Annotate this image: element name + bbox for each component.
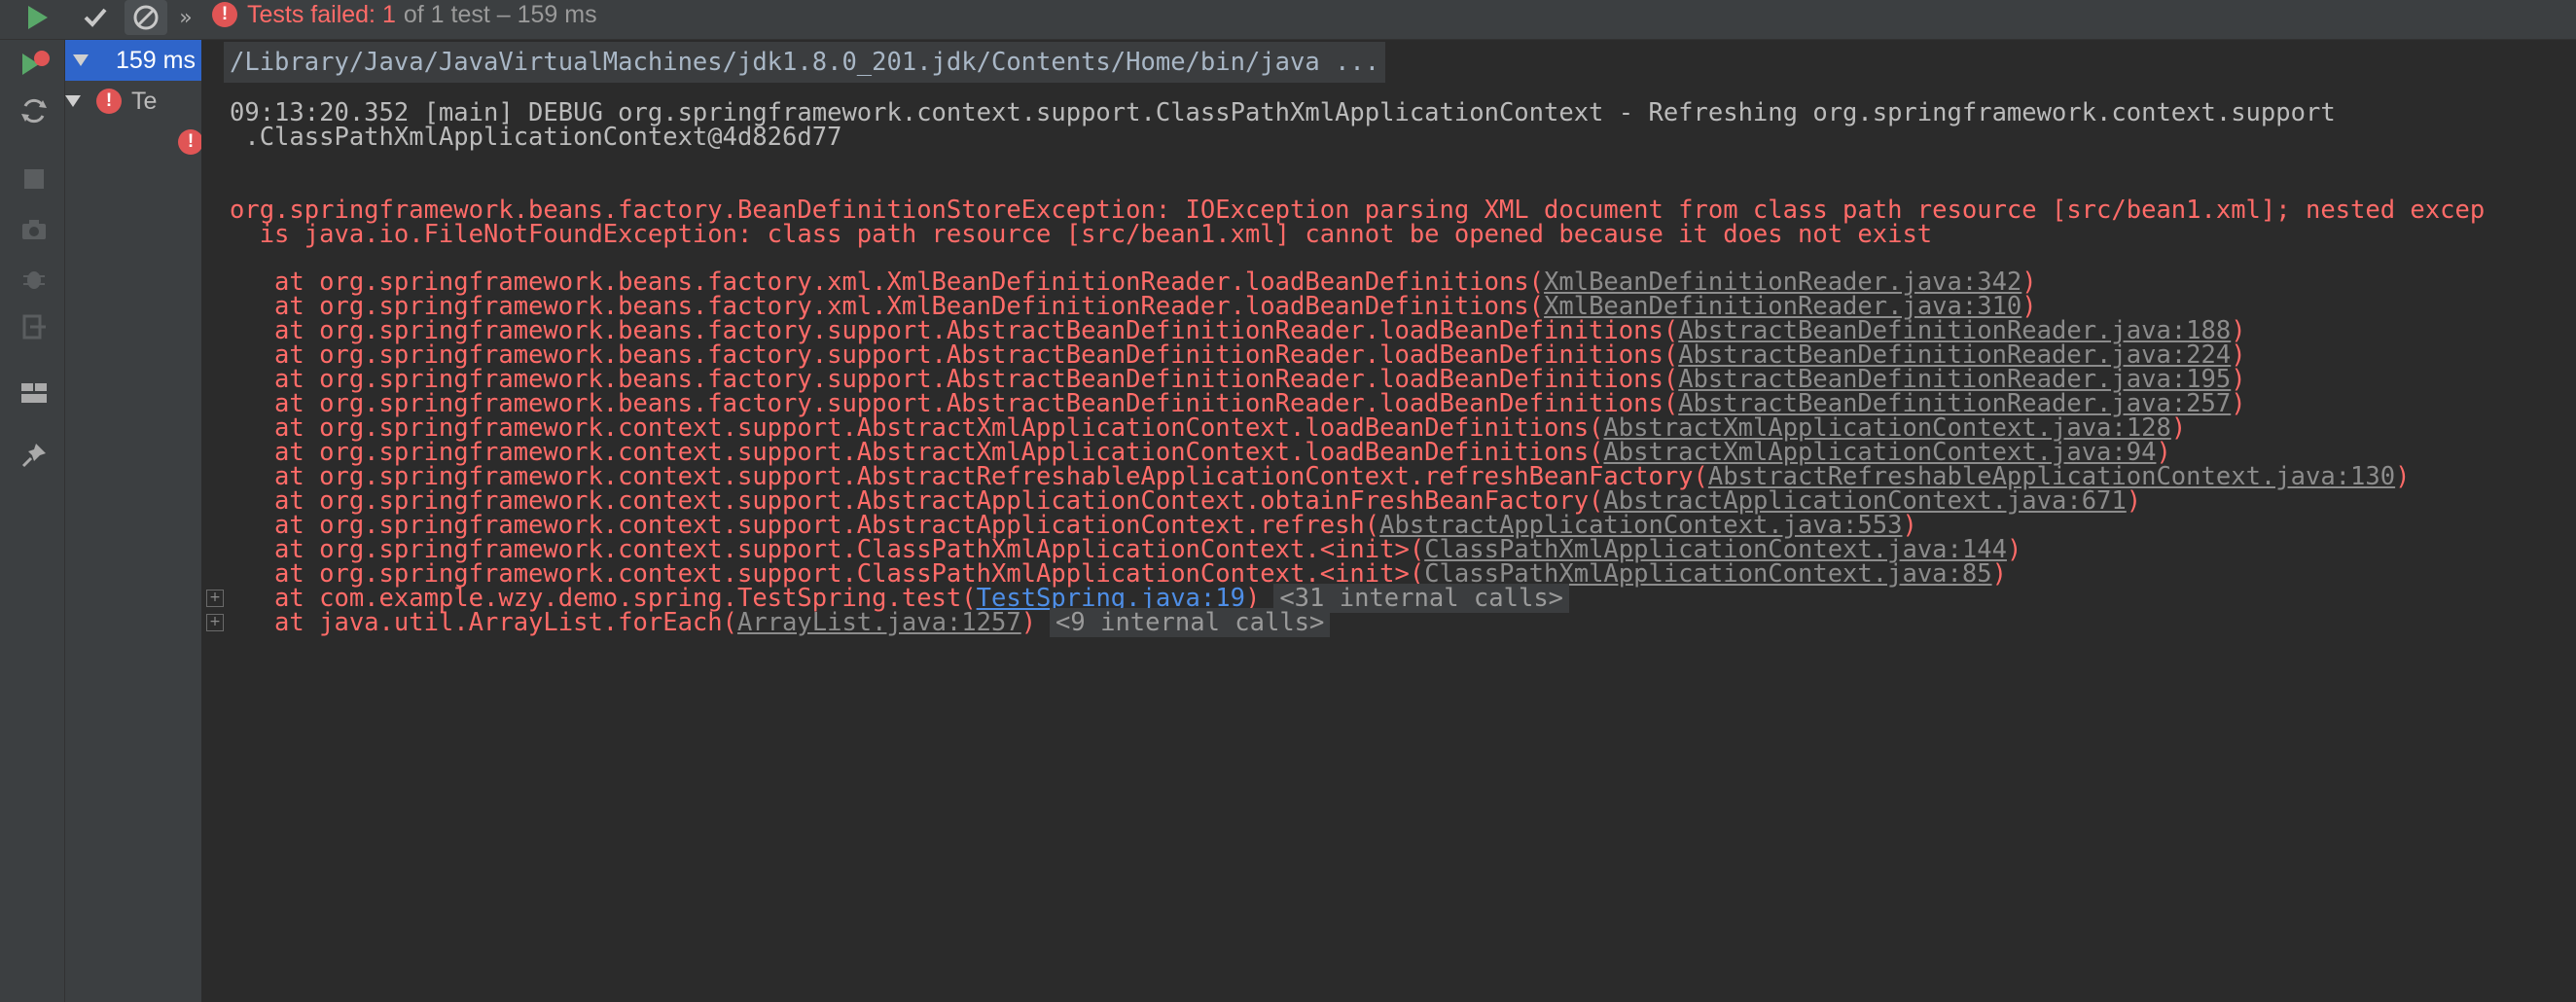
pin-tab-button[interactable] — [18, 439, 51, 472]
play-icon — [28, 6, 48, 29]
stack-frame-close-paren: ) — [2170, 413, 2187, 443]
failed-test-icon: ! — [96, 89, 122, 114]
status-summary-label: of 1 test – 159 ms — [403, 0, 597, 28]
exit-button[interactable] — [18, 310, 51, 343]
stack-frame: at java.util.ArrayList.forEach(ArrayList… — [230, 602, 1331, 643]
stack-frame-close-paren: ) — [2231, 389, 2246, 418]
test-status: ! Tests failed: 1 of 1 test – 159 ms — [212, 0, 597, 29]
stack-frame-close-paren: ) — [2006, 535, 2022, 564]
debug-log-line: .ClassPathXmlApplicationContext@4d826d77 — [230, 123, 842, 152]
pin-icon — [21, 444, 46, 468]
expand-arrow-icon — [65, 95, 81, 107]
stop-button[interactable] — [18, 162, 51, 196]
stack-frame-close-paren: ) — [1991, 559, 2007, 589]
bug-icon — [23, 271, 45, 289]
error-icon: ! — [212, 2, 237, 27]
tree-root-time: 159 ms — [116, 46, 196, 74]
ignored-icon — [133, 5, 159, 30]
left-tool-strip — [0, 40, 65, 1002]
layout-icon — [21, 383, 47, 403]
test-runner-toolbar: » ! Tests failed: 1 of 1 test – 159 ms — [0, 0, 2576, 40]
java-command-line: /Library/Java/JavaVirtualMachines/jdk1.8… — [224, 42, 1386, 83]
expand-fold-icon[interactable]: + — [206, 614, 224, 631]
stack-frame-close-paren: ) — [2395, 462, 2411, 491]
stop-icon — [24, 169, 44, 189]
expand-fold-icon[interactable]: + — [206, 590, 224, 607]
more-actions-button[interactable]: » — [175, 0, 197, 35]
screenshot-button[interactable] — [18, 213, 51, 246]
status-failed-label: Tests failed: 1 — [247, 0, 396, 28]
stack-frame-close-paren: ) — [2126, 486, 2142, 516]
test-tree: 159 ms ! Te ! — [65, 40, 202, 1002]
double-chevron-icon: » — [179, 5, 193, 30]
expand-arrow-icon — [73, 54, 89, 66]
tree-root-row[interactable]: 159 ms — [65, 40, 201, 81]
camera-icon — [22, 220, 46, 239]
show-ignored-toggle[interactable] — [125, 0, 167, 35]
console-output[interactable]: /Library/Java/JavaVirtualMachines/jdk1.8… — [202, 40, 2576, 1002]
internal-calls-fold[interactable]: <9 internal calls> — [1050, 608, 1331, 637]
toggle-auto-test-button[interactable] — [18, 94, 51, 127]
exit-icon — [22, 314, 46, 340]
rerun-failed-icon — [22, 51, 50, 75]
source-link[interactable]: ArrayList.java:1257 — [737, 608, 1021, 637]
layout-button[interactable] — [18, 376, 51, 410]
show-passed-toggle[interactable] — [76, 0, 115, 35]
tree-class-row[interactable]: ! Te — [65, 81, 157, 122]
exception-cause: is java.io.FileNotFoundException: class … — [230, 220, 1933, 249]
stack-frame-close-paren: ) — [1020, 608, 1037, 637]
tree-method-row[interactable]: ! — [65, 122, 201, 162]
debug-button[interactable] — [18, 262, 51, 295]
rerun-failed-button[interactable] — [18, 48, 51, 81]
tree-class-label: Te — [131, 87, 158, 115]
failed-test-icon: ! — [178, 129, 201, 155]
stack-frame-method: at java.util.ArrayList.forEach( — [230, 608, 737, 637]
rerun-button[interactable] — [19, 0, 54, 35]
check-icon — [84, 8, 107, 27]
auto-test-icon — [21, 98, 47, 124]
